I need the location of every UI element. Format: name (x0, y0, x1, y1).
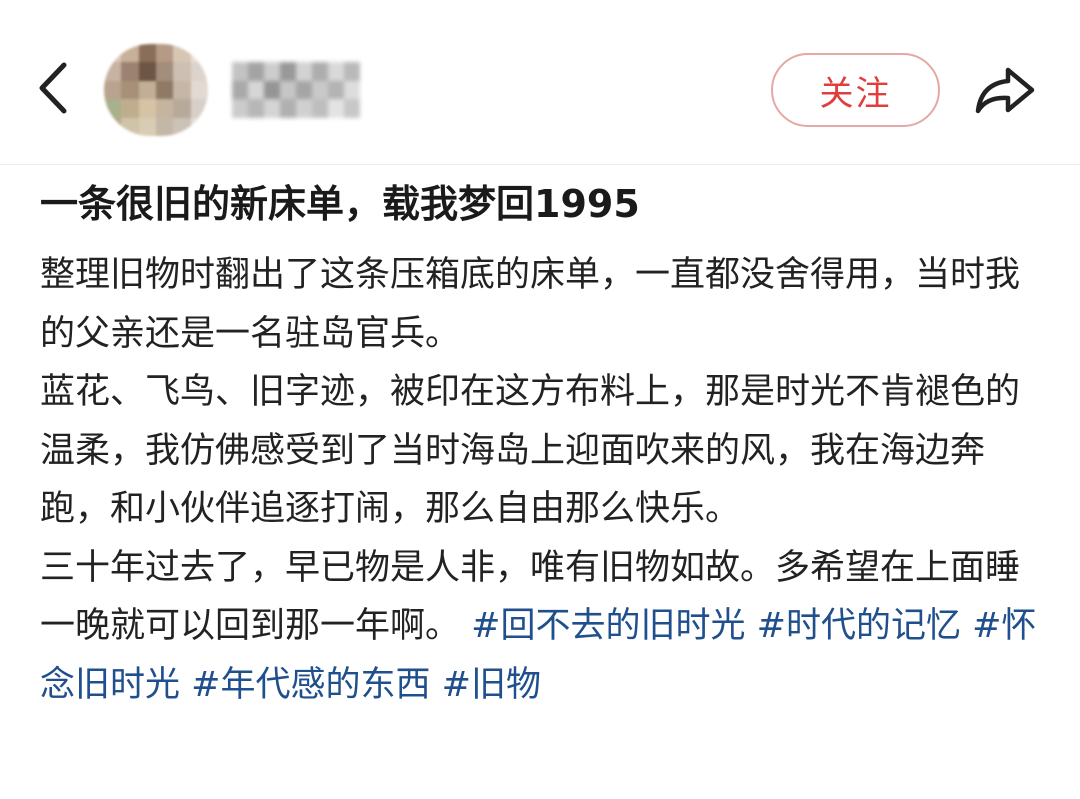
chevron-left-icon (39, 62, 67, 114)
post-body: 整理旧物时翻出了这条压箱底的床单，一直都没舍得用，当时我的父亲还是一名驻岛官兵。… (40, 246, 1045, 714)
hashtag-link[interactable]: #回不去的旧时光 (471, 606, 745, 646)
post-title: 一条很旧的新床单，载我梦回1995 (40, 182, 640, 226)
hashtag-link[interactable]: #年代感的东西 (191, 665, 430, 705)
share-button[interactable] (970, 55, 1040, 125)
post-header: 关注 (0, 0, 1080, 165)
follow-button[interactable]: 关注 (771, 53, 940, 127)
hashtag-link[interactable]: #时代的记忆 (757, 606, 961, 646)
post-paragraph-3: 三十年过去了，早已物是人非，唯有旧物如故。多希望在上面睡一晚就可以回到那一年啊。… (40, 539, 1045, 715)
post-paragraph-1: 整理旧物时翻出了这条压箱底的床单，一直都没舍得用，当时我的父亲还是一名驻岛官兵。 (40, 255, 1021, 354)
back-button[interactable] (28, 58, 78, 118)
username-blurred[interactable] (232, 62, 360, 118)
hashtag-link[interactable]: #旧物 (442, 665, 541, 705)
share-arrow-icon (975, 67, 1035, 114)
avatar[interactable] (104, 44, 208, 136)
post-paragraph-2: 蓝花、飞鸟、旧字迹，被印在这方布料上，那是时光不肯褪色的温柔，我仿佛感受到了当时… (40, 372, 1021, 529)
